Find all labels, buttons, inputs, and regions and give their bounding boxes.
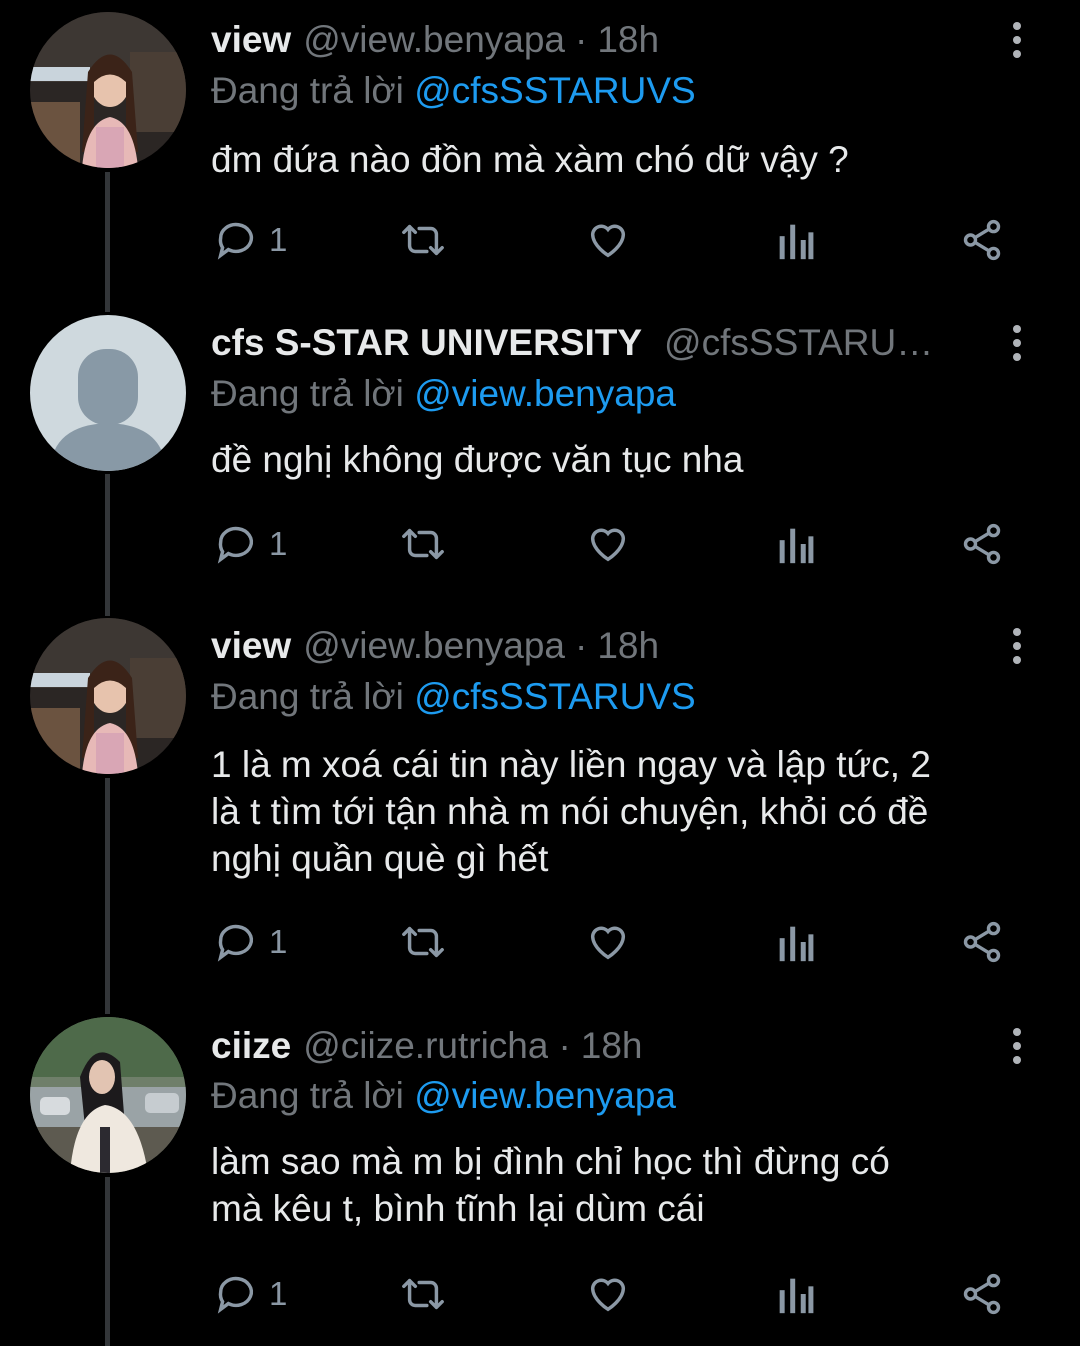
reply-button[interactable]: 1 xyxy=(213,912,287,972)
avatar[interactable] xyxy=(30,315,186,471)
avatar[interactable] xyxy=(30,618,186,774)
tweet-actions: 1 xyxy=(0,912,1080,972)
views-icon xyxy=(779,926,814,962)
like-button[interactable] xyxy=(584,1264,632,1324)
views-button[interactable] xyxy=(775,210,815,270)
views-icon xyxy=(779,1278,814,1314)
tweet-text-line: 1 là m xoá cái tin này liền ngay và lập … xyxy=(211,744,931,785)
tweet-actions: 1 xyxy=(0,514,1080,574)
retweet-icon xyxy=(402,224,444,256)
reply-icon xyxy=(217,924,254,962)
retweet-button[interactable] xyxy=(397,1264,449,1324)
heart-icon xyxy=(590,224,626,258)
like-button[interactable] xyxy=(584,912,632,972)
author-handle[interactable]: @view.benyapa xyxy=(303,15,565,65)
retweet-icon xyxy=(402,926,444,958)
more-options-icon[interactable] xyxy=(1000,318,1034,368)
tweet[interactable]: view @view.benyapa · 18h Đang trả lời @c… xyxy=(0,0,1080,300)
author-name[interactable]: view xyxy=(211,621,291,671)
author-handle[interactable]: @view.benyapa xyxy=(303,621,565,671)
tweet[interactable]: ciize @ciize.rutricha · 18h Đang trả lời… xyxy=(0,1004,1080,1346)
share-icon xyxy=(963,523,1001,565)
mention-link[interactable]: @cfsSSTARUVS xyxy=(414,676,696,717)
author-name[interactable]: cfs S-STAR UNIVERSITY xyxy=(211,318,642,368)
retweet-icon xyxy=(402,528,444,560)
share-button[interactable] xyxy=(958,1264,1006,1324)
retweet-button[interactable] xyxy=(397,514,449,574)
views-button[interactable] xyxy=(775,514,815,574)
more-options-icon[interactable] xyxy=(1000,15,1034,65)
replying-to-label: Đang trả lời xyxy=(211,70,404,111)
more-options-icon[interactable] xyxy=(1000,1021,1034,1071)
share-icon xyxy=(963,1273,1001,1315)
tweet[interactable]: cfs S-STAR UNIVERSITY @cfsSSTARU… Đang t… xyxy=(0,300,1080,604)
tweet-actions: 1 xyxy=(0,210,1080,270)
views-button[interactable] xyxy=(775,1264,815,1324)
tweet-text: đm đứa nào đồn mà xàm chó dữ vậy ? xyxy=(211,139,849,180)
tweet-text: làm sao mà m bị đình chỉ học thì đừng có… xyxy=(211,1138,1041,1232)
retweet-icon xyxy=(402,1278,444,1310)
share-icon xyxy=(963,921,1001,963)
separator-dot: · xyxy=(575,19,588,60)
separator-dot: · xyxy=(558,1025,571,1066)
heart-icon xyxy=(590,926,626,960)
share-button[interactable] xyxy=(958,210,1006,270)
tweet[interactable]: view @view.benyapa · 18h Đang trả lời @c… xyxy=(0,604,1080,1004)
replying-to: Đang trả lời @cfsSSTARUVS xyxy=(211,66,696,116)
timestamp[interactable]: 18h xyxy=(597,15,659,65)
author-name[interactable]: view xyxy=(211,15,291,65)
views-button[interactable] xyxy=(775,912,815,972)
reply-icon xyxy=(217,222,254,260)
replying-to-label: Đang trả lời xyxy=(211,373,404,414)
separator-dot: · xyxy=(575,625,588,666)
heart-icon xyxy=(590,1278,626,1312)
default-avatar-icon xyxy=(30,315,186,471)
views-icon xyxy=(779,224,814,260)
reply-count: 1 xyxy=(269,221,288,258)
retweet-button[interactable] xyxy=(397,210,449,270)
like-button[interactable] xyxy=(584,514,632,574)
reply-count: 1 xyxy=(269,525,288,562)
mention-link[interactable]: @cfsSSTARUVS xyxy=(414,70,696,111)
reply-button[interactable]: 1 xyxy=(213,514,287,574)
author-handle[interactable]: @cfsSSTARU… xyxy=(664,318,933,368)
share-button[interactable] xyxy=(958,514,1006,574)
replying-to-label: Đang trả lời xyxy=(211,676,404,717)
reply-count: 1 xyxy=(269,1275,288,1312)
replying-to: Đang trả lời @view.benyapa xyxy=(211,369,676,419)
avatar[interactable] xyxy=(30,12,186,168)
tweet-text: đề nghị không được văn tục nha xyxy=(211,439,744,480)
replying-to: Đang trả lời @view.benyapa xyxy=(211,1071,676,1121)
retweet-button[interactable] xyxy=(397,912,449,972)
tweet-text: 1 là m xoá cái tin này liền ngay và lập … xyxy=(211,741,1041,882)
reply-button[interactable]: 1 xyxy=(213,1264,287,1324)
share-button[interactable] xyxy=(958,912,1006,972)
heart-icon xyxy=(590,528,626,562)
avatar[interactable] xyxy=(30,1017,186,1173)
share-icon xyxy=(963,219,1001,261)
mention-link[interactable]: @view.benyapa xyxy=(414,1075,676,1116)
reply-button[interactable]: 1 xyxy=(213,210,287,270)
tweet-text-line: làm sao mà m bị đình chỉ học thì đừng có xyxy=(211,1141,890,1182)
tweet-text-line: mà kêu t, bình tĩnh lại dùm cái xyxy=(211,1188,705,1229)
timestamp[interactable]: 18h xyxy=(597,621,659,671)
like-button[interactable] xyxy=(584,210,632,270)
timestamp[interactable]: 18h xyxy=(581,1021,643,1071)
tweet-text-line: nghị quần què gì hết xyxy=(211,838,549,879)
author-name[interactable]: ciize xyxy=(211,1021,291,1071)
replying-to: Đang trả lời @cfsSSTARUVS xyxy=(211,672,696,722)
mention-link[interactable]: @view.benyapa xyxy=(414,373,676,414)
views-icon xyxy=(779,528,814,564)
reply-icon xyxy=(217,1276,254,1314)
tweet-text-line: là t tìm tới tận nhà m nói chuyện, khỏi … xyxy=(211,791,929,832)
tweet-actions: 1 xyxy=(0,1264,1080,1324)
replying-to-label: Đang trả lời xyxy=(211,1075,404,1116)
reply-icon xyxy=(217,526,254,564)
author-handle[interactable]: @ciize.rutricha xyxy=(303,1021,548,1071)
more-options-icon[interactable] xyxy=(1000,621,1034,671)
reply-count: 1 xyxy=(269,923,288,960)
